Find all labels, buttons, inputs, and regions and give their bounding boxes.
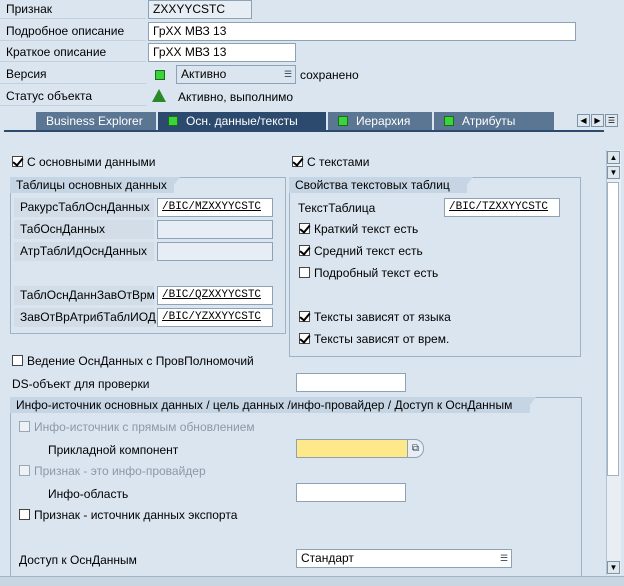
master-data-label: С основными данными <box>27 155 156 169</box>
group-title-corner <box>168 177 180 193</box>
text-table-label: ТекстТаблица <box>298 201 376 215</box>
header-label-status: Статус объекта <box>0 87 146 106</box>
master-tables-group-title: Таблицы основных данных <box>10 177 174 193</box>
tab-business-explorer[interactable]: Business Explorer <box>36 112 156 131</box>
group-title-corner <box>461 177 473 193</box>
medium-text-checkbox[interactable] <box>299 245 310 256</box>
direct-update-label: Инфо-источник с прямым обновлением <box>34 420 255 434</box>
header-label-version: Версия <box>0 65 146 84</box>
text-properties-group-title: Свойства текстовых таблиц <box>289 177 467 193</box>
tab-list-icon[interactable]: ☰ <box>605 114 618 127</box>
tab-label: Атрибуты <box>462 114 516 128</box>
long-text-label: Подробный текст есть <box>314 266 439 280</box>
time-dep-master-table-field[interactable]: /BIC/QZXXYYCSTC <box>157 286 273 305</box>
authority-label: Ведение ОснДанных с ПровПолномочий <box>27 354 254 368</box>
tab-label: Business Explorer <box>46 114 143 128</box>
header-label-long-desc: Подробное описание <box>0 22 146 41</box>
tab-label: Осн. данные/тексты <box>186 114 298 128</box>
scroll-up-icon[interactable]: ▲ <box>607 151 620 164</box>
attr-sid-table-field[interactable] <box>157 242 273 261</box>
ds-object-label: DS-объект для проверки <box>12 377 150 391</box>
app-component-input[interactable] <box>296 439 408 458</box>
app-component-label: Прикладной компонент <box>48 443 179 457</box>
master-data-checkbox[interactable] <box>12 156 23 167</box>
texts-label: С текстами <box>307 155 370 169</box>
header-label-characteristic: Признак <box>0 0 146 19</box>
short-text-checkbox[interactable] <box>299 223 310 234</box>
infoprovider-label: Признак - это инфо-провайдер <box>34 464 206 478</box>
info-area-label: Инфо-область <box>48 487 129 501</box>
master-row-label: ТаблОснДаннЗавОтВрм <box>14 286 155 305</box>
value-help-icon[interactable]: ⧉ <box>407 439 424 458</box>
texts-checkbox[interactable] <box>292 156 303 167</box>
master-row-label: ЗавОтВрАтрибТаблИОД <box>14 308 156 327</box>
language-dependent-checkbox[interactable] <box>299 311 310 322</box>
infoprovider-checkbox <box>19 465 30 476</box>
master-row-label: РакурсТаблОснДанных <box>14 198 154 217</box>
executable-status-icon <box>152 89 166 102</box>
medium-text-label: Средний текст есть <box>314 244 423 258</box>
language-dependent-label: Тексты зависят от языка <box>314 310 451 324</box>
scroll-thumb[interactable] <box>607 182 619 476</box>
list-icon[interactable]: ☰ <box>282 68 294 80</box>
green-status-icon <box>168 116 178 126</box>
version-field: Активно <box>176 65 296 84</box>
status-text: Активно, выполнимо <box>178 90 294 104</box>
long-description-input[interactable]: ГрХХ МВЗ 13 <box>148 22 576 41</box>
green-status-icon <box>155 70 165 80</box>
time-dependent-checkbox[interactable] <box>299 333 310 344</box>
ds-object-input[interactable] <box>296 373 406 392</box>
tab-attributes[interactable]: Атрибуты <box>434 112 554 131</box>
direct-update-checkbox <box>19 421 30 432</box>
tab-scroll-right-icon[interactable]: ▶ <box>591 114 604 127</box>
export-source-label: Признак - источник данных экспорта <box>34 508 238 522</box>
green-status-icon <box>338 116 348 126</box>
tab-master-data-texts[interactable]: Осн. данные/тексты <box>158 112 326 131</box>
tab-label: Иерархия <box>356 114 411 128</box>
tab-scroll-left-icon[interactable]: ◀ <box>577 114 590 127</box>
time-dependent-label: Тексты зависят от врем. <box>314 332 450 346</box>
text-table-field[interactable]: /BIC/TZXXYYCSTC <box>444 198 560 217</box>
access-label: Доступ к ОснДанным <box>19 553 137 567</box>
export-source-checkbox[interactable] <box>19 509 30 520</box>
long-text-checkbox[interactable] <box>299 267 310 278</box>
master-row-label: АтрТаблИдОснДанных <box>14 242 154 261</box>
short-description-input[interactable]: ГрХХ МВЗ 13 <box>148 43 296 62</box>
list-icon[interactable]: ☰ <box>498 552 510 564</box>
tab-hierarchy[interactable]: Иерархия <box>328 112 432 131</box>
header-label-short-desc: Краткое описание <box>0 43 146 62</box>
authority-checkbox[interactable] <box>12 355 23 366</box>
scroll-down-icon[interactable]: ▼ <box>607 166 620 179</box>
infosource-group-title: Инфо-источник основных данных / цель дан… <box>10 397 530 413</box>
green-status-icon <box>444 116 454 126</box>
time-dep-attr-sid-table-field[interactable]: /BIC/YZXXYYCSTC <box>157 308 273 327</box>
access-dropdown[interactable]: Стандарт <box>296 549 512 568</box>
info-area-input[interactable] <box>296 483 406 502</box>
version-saved-text: сохранено <box>300 68 359 82</box>
master-view-table-field[interactable]: /BIC/MZXXYYCSTC <box>157 198 273 217</box>
characteristic-field[interactable]: ZXXYYCSTC <box>148 0 252 19</box>
master-row-label: ТабОснДанных <box>14 220 154 239</box>
master-table-field[interactable] <box>157 220 273 239</box>
short-text-label: Краткий текст есть <box>314 222 419 236</box>
scroll-down-bottom-icon[interactable]: ▼ <box>607 561 620 574</box>
group-title-corner <box>524 397 536 413</box>
